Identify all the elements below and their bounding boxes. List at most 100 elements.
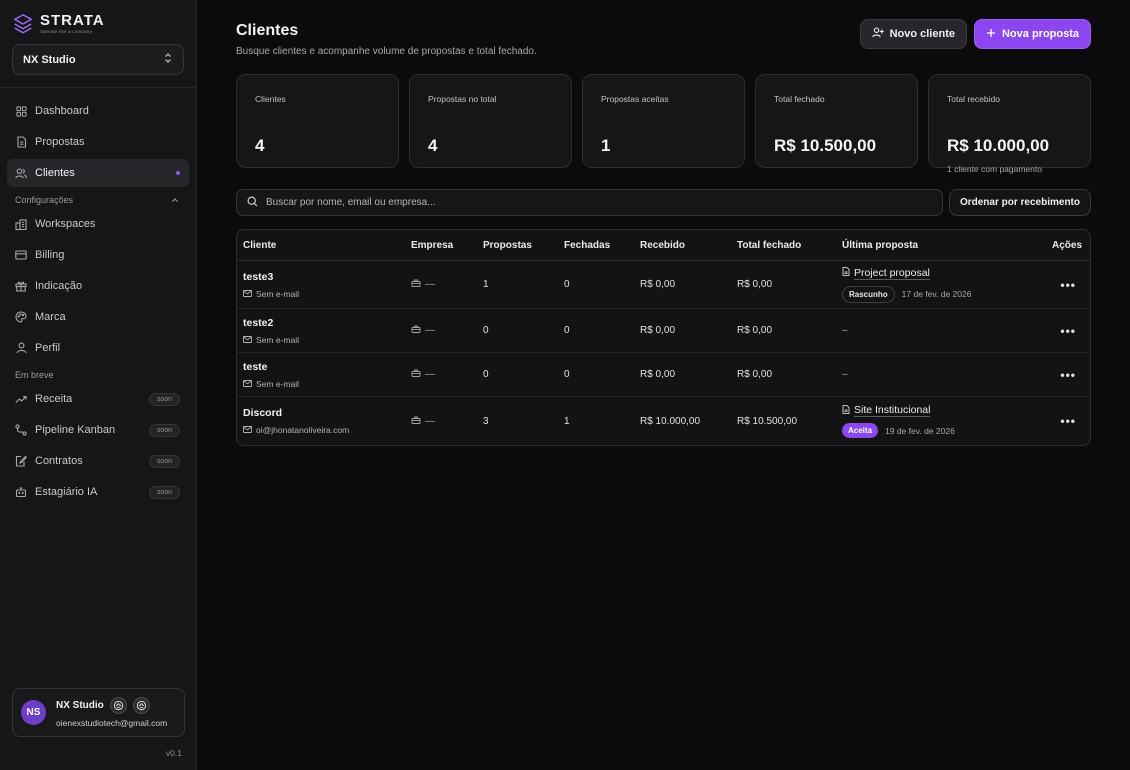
sidebar-item-label: Workspaces [35, 218, 96, 230]
sidebar-item-perfil[interactable]: Perfil [7, 334, 189, 362]
sidebar-item-billing[interactable]: Billing [7, 241, 189, 269]
sidebar-item-indicacao[interactable]: Indicação [7, 272, 189, 300]
proposals-count: 1 [483, 279, 489, 290]
table-row[interactable]: teste3 Sem e-mail — 1 0 R$ 0,00 R$ 0,00 … [237, 261, 1090, 309]
column-header[interactable]: Última proposta [836, 240, 1038, 251]
proposals-count: 3 [483, 415, 489, 427]
grid-icon [15, 105, 27, 117]
search-input[interactable] [266, 197, 932, 208]
stat-card-propostas-aceitas: Propostas aceitas 1 [582, 74, 745, 168]
column-header[interactable]: Total fechado [731, 240, 836, 251]
client-name[interactable]: teste3 [243, 271, 405, 283]
sidebar-item-label: Billing [35, 249, 65, 261]
table-row[interactable]: teste2 Sem e-mail — 0 0 R$ 0,00 R$ 0,00 … [237, 309, 1090, 353]
workspace-select[interactable]: NX Studio [12, 44, 184, 75]
user-plus-icon [871, 27, 884, 41]
app-version: v0.1 [165, 748, 182, 758]
sidebar-item-contratos[interactable]: Contratos soon [7, 447, 189, 475]
avatar: NS [21, 700, 46, 725]
building-icon [411, 416, 421, 427]
column-header[interactable]: Fechadas [558, 240, 634, 251]
table-row[interactable]: teste Sem e-mail — 0 0 R$ 0,00 R$ 0,00 –… [237, 353, 1090, 397]
building-icon [15, 218, 27, 230]
stat-value: 4 [428, 136, 438, 155]
settings-section-header[interactable]: Configurações [7, 190, 189, 210]
active-indicator-dot [176, 171, 180, 175]
closed-count: 0 [564, 369, 570, 380]
client-name[interactable]: Discord [243, 407, 405, 419]
received-amount: R$ 0,00 [640, 279, 676, 290]
last-proposal-empty: – [842, 369, 848, 380]
brand[interactable]: STRATA Operate like a company. [0, 0, 196, 36]
document-icon [842, 267, 850, 279]
sidebar-item-pipeline-kanban[interactable]: Pipeline Kanban soon [7, 416, 189, 444]
sidebar-item-marca[interactable]: Marca [7, 303, 189, 331]
sidebar-item-label: Indicação [35, 280, 83, 292]
chevron-up-icon [171, 195, 179, 205]
stat-label: Clientes [255, 94, 286, 104]
last-proposal-link[interactable]: Project proposal [842, 267, 1038, 280]
sidebar-item-label: Marca [35, 311, 66, 323]
column-header[interactable]: Cliente [237, 240, 405, 251]
search-box[interactable] [236, 189, 943, 216]
sidebar-item-workspaces[interactable]: Workspaces [7, 210, 189, 238]
last-proposal-link[interactable]: Site Institucional [842, 404, 1038, 417]
total-closed-amount: R$ 0,00 [737, 279, 773, 290]
badge-icon [109, 697, 127, 714]
chevron-up-down-icon [163, 52, 173, 67]
row-actions-button[interactable]: ••• [1038, 414, 1088, 428]
document-icon [15, 136, 27, 148]
sort-by-received-button[interactable]: Ordenar por recebimento [948, 189, 1091, 216]
status-badge: Aceita [842, 423, 879, 438]
soon-section-header: Em breve [15, 370, 54, 380]
table-row[interactable]: Discord oi@jhonatanoliveira.com — 3 1 R$… [237, 397, 1090, 445]
proposal-date: 17 de fev. de 2026 [901, 289, 972, 299]
header-actions: Novo cliente Nova proposta [859, 19, 1091, 49]
sidebar-item-propostas[interactable]: Propostas [7, 128, 189, 156]
stat-card-propostas-total: Propostas no total 4 [409, 74, 572, 168]
page-title: Clientes [236, 22, 299, 39]
closed-count: 1 [564, 415, 570, 427]
company-value: — [425, 415, 435, 427]
column-header[interactable]: Recebido [634, 240, 731, 251]
new-proposal-button[interactable]: Nova proposta [973, 19, 1091, 49]
column-header: Ações [1051, 239, 1082, 251]
last-proposal-empty: – [842, 325, 848, 336]
sidebar-item-dashboard[interactable]: Dashboard [7, 97, 189, 125]
brand-tagline: Operate like a company. [40, 28, 94, 34]
sidebar-item-receita[interactable]: Receita soon [7, 385, 189, 413]
client-name[interactable]: teste [243, 361, 405, 373]
proposals-count: 0 [483, 325, 489, 336]
stats-row: Clientes 4 Propostas no total 4 Proposta… [236, 74, 1091, 174]
closed-count: 0 [564, 325, 570, 336]
row-actions-button[interactable]: ••• [1038, 324, 1088, 338]
client-email: Sem e-mail [256, 288, 299, 299]
user-icon [15, 342, 27, 354]
stat-value: R$ 10.000,00 [947, 136, 1050, 155]
clients-table: Cliente Empresa Propostas Fechadas Receb… [236, 229, 1091, 446]
pipeline-icon [15, 424, 27, 436]
sidebar-item-estagiario-ia[interactable]: Estagiário IA soon [7, 478, 189, 506]
soon-badge: soon [148, 454, 180, 468]
strata-logo-icon [14, 13, 32, 33]
building-icon [411, 279, 421, 290]
user-card[interactable]: NS NX Studio oienexstudiotech@gmail.com [12, 688, 185, 737]
new-client-button[interactable]: Novo cliente [859, 19, 967, 49]
trend-icon [15, 393, 27, 405]
row-actions-button[interactable]: ••• [1038, 278, 1088, 292]
sidebar-item-clientes[interactable]: Clientes [7, 159, 189, 187]
proposals-count: 0 [483, 369, 489, 380]
row-actions-button[interactable]: ••• [1038, 368, 1088, 382]
column-header[interactable]: Empresa [405, 240, 477, 251]
client-email: oi@jhonatanoliveira.com [256, 425, 350, 435]
building-icon [411, 369, 421, 380]
plus-icon [986, 28, 996, 41]
received-amount: R$ 0,00 [640, 325, 676, 336]
document-icon [842, 404, 850, 417]
client-name[interactable]: teste2 [243, 317, 405, 329]
table-toolbar: Ordenar por recebimento [236, 189, 1091, 216]
mail-icon [243, 425, 252, 435]
user-email: oienexstudiotech@gmail.com [56, 718, 168, 728]
column-header[interactable]: Propostas [477, 240, 558, 251]
sidebar-item-label: Propostas [35, 136, 85, 148]
